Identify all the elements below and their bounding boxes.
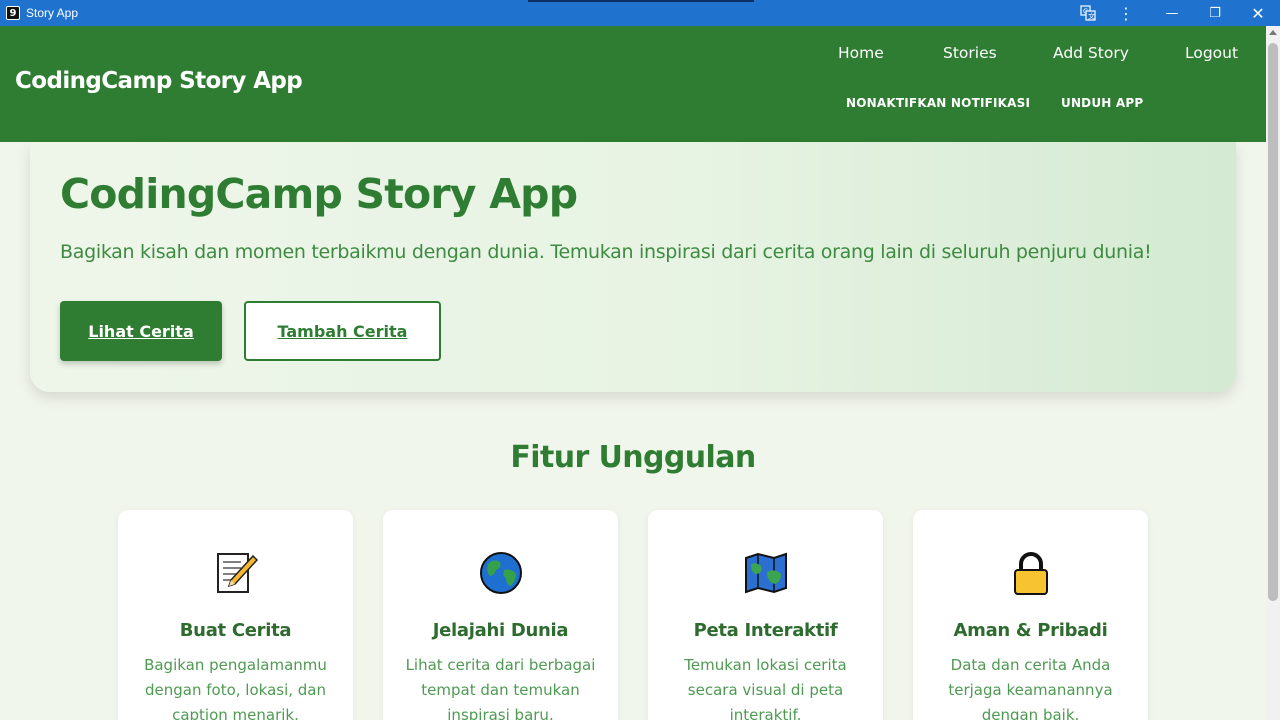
add-story-button[interactable]: Tambah Cerita	[244, 301, 441, 361]
restore-button[interactable]: ❐	[1197, 0, 1233, 26]
feature-card-jelajahi-dunia: Jelajahi Dunia Lihat cerita dari berbaga…	[383, 510, 618, 720]
feature-card-aman-pribadi: Aman & Pribadi Data dan cerita Anda terj…	[913, 510, 1148, 720]
close-button[interactable]: ✕	[1240, 0, 1276, 26]
download-app-button[interactable]: UNDUH APP	[1061, 96, 1143, 110]
feature-title: Buat Cerita	[179, 620, 292, 641]
scrollbar-thumb[interactable]	[1268, 43, 1278, 601]
scroll-up-arrow-icon[interactable]	[1269, 30, 1277, 35]
vertical-scrollbar[interactable]	[1266, 26, 1280, 720]
translate-icon[interactable]: G文	[1070, 0, 1106, 26]
feature-card-buat-cerita: Buat Cerita Bagikan pengalamanmu dengan …	[118, 510, 353, 720]
disable-notifications-button[interactable]: NONAKTIFKAN NOTIFIKASI	[846, 96, 1030, 110]
hero-section: CodingCamp Story App Bagikan kisah dan m…	[30, 142, 1236, 392]
hero-title: CodingCamp Story App	[60, 170, 578, 218]
nav-logout[interactable]: Logout	[1185, 44, 1238, 62]
feature-description: Lihat cerita dari berbagai tempat dan te…	[405, 656, 596, 720]
map-icon	[743, 550, 789, 596]
minimize-button[interactable]: —	[1154, 0, 1190, 26]
nav-home[interactable]: Home	[838, 44, 884, 62]
features-title: Fitur Unggulan	[510, 440, 756, 475]
globe-icon	[478, 550, 524, 596]
nav-add-story[interactable]: Add Story	[1053, 44, 1129, 62]
lock-icon	[1008, 550, 1054, 596]
window-titlebar: 9 Story App G文 ⋮ — ❐ ✕	[0, 0, 1280, 26]
view-stories-button[interactable]: Lihat Cerita	[60, 301, 222, 361]
feature-description: Temukan lokasi cerita secara visual di p…	[684, 656, 847, 720]
feature-title: Jelajahi Dunia	[432, 620, 569, 641]
feature-title: Aman & Pribadi	[953, 620, 1108, 641]
app-header: CodingCamp Story App Home Stories Add St…	[0, 26, 1266, 142]
brand-logo[interactable]: CodingCamp Story App	[15, 68, 303, 94]
feature-card-peta-interaktif: Peta Interaktif Temukan lokasi cerita se…	[648, 510, 883, 720]
svg-text:文: 文	[1088, 12, 1095, 21]
feature-description: Data dan cerita Anda terjaga keamanannya…	[948, 656, 1113, 720]
feature-description: Bagikan pengalamanmu dengan foto, lokasi…	[144, 656, 327, 720]
titlebar-drag-strip	[528, 0, 754, 2]
window-title: Story App	[26, 6, 79, 20]
kebab-menu-icon[interactable]: ⋮	[1108, 0, 1144, 26]
nav-stories[interactable]: Stories	[943, 44, 997, 62]
memo-icon	[213, 550, 259, 596]
app-icon: 9	[6, 6, 20, 20]
feature-title: Peta Interaktif	[693, 620, 838, 641]
hero-subtitle: Bagikan kisah dan momen terbaikmu dengan…	[60, 241, 1152, 263]
